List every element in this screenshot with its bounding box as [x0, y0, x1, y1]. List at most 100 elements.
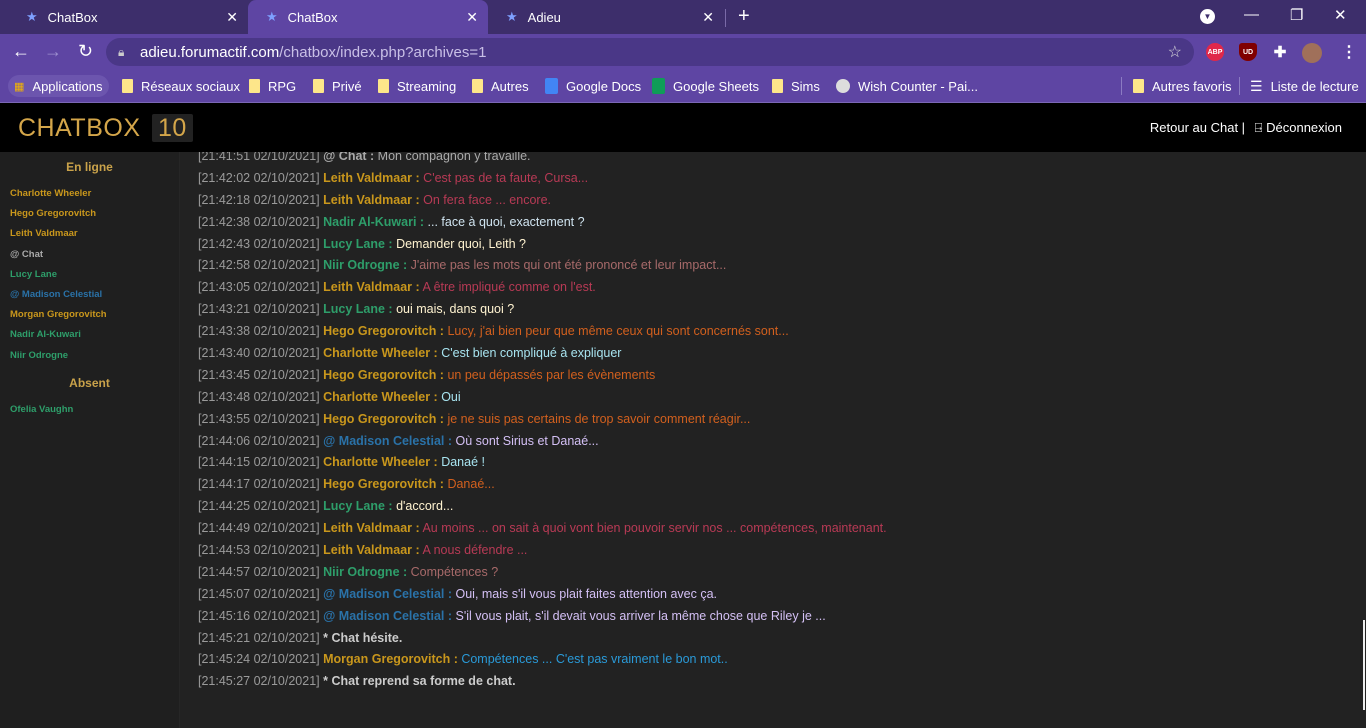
logout-link[interactable]: Déconnexion [1266, 120, 1342, 135]
adblock-icon[interactable]: ABP [1206, 43, 1224, 61]
bookmark-label: Liste de lecture [1270, 78, 1359, 94]
bookmark-sims[interactable]: Sims [772, 75, 820, 97]
profile-avatar[interactable] [1302, 43, 1322, 63]
bookmark-reseaux-sociaux[interactable]: Réseaux sociaux [122, 75, 240, 97]
restore-icon[interactable]: ❐ [1290, 6, 1303, 24]
tab-chatbox-2[interactable]: ★ ChatBox ✕ [248, 0, 488, 34]
message-author[interactable]: Lucy Lane : [323, 302, 392, 316]
tab-search-icon[interactable]: ▼ [1200, 9, 1215, 24]
tab-adieu[interactable]: ★ Adieu ✕ [488, 0, 724, 34]
message-author[interactable]: Hego Gregorovitch : [323, 324, 444, 338]
message-author[interactable]: @ Chat : [323, 152, 374, 163]
online-users: Charlotte Wheeler Hego Gregorovitch Leith … [0, 184, 179, 366]
sidebar-user[interactable]: Leith Valdmaar [0, 224, 179, 244]
sidebar-user[interactable]: Nadir Al-Kuwari [0, 325, 179, 345]
message-author[interactable]: Charlotte Wheeler : [323, 455, 438, 469]
new-tab-plus-icon[interactable]: + [738, 5, 750, 28]
message-author[interactable]: @ Madison Celestial : [323, 434, 452, 448]
bookmark-wish-counter[interactable]: Wish Counter - Pai... [836, 75, 978, 97]
sidebar-user[interactable]: Hego Gregorovitch [0, 204, 179, 224]
back-to-chat-link[interactable]: Retour au Chat | [1150, 120, 1245, 135]
url-path: /chatbox/index.php?archives=1 [279, 43, 487, 61]
chat-message: [21:45:16 02/10/2021] @ Madison Celestia… [198, 605, 887, 627]
message-author[interactable]: Charlotte Wheeler : [323, 346, 438, 360]
close-tab-icon[interactable]: ✕ [226, 9, 238, 26]
sidebar-user[interactable]: Lucy Lane [0, 265, 179, 285]
sidebar-user[interactable]: Morgan Gregorovitch [0, 305, 179, 325]
sidebar-user[interactable]: @ Chat [0, 245, 179, 265]
forward-arrow-icon[interactable]: → [44, 41, 62, 62]
close-tab-icon[interactable]: ✕ [466, 9, 478, 26]
message-author[interactable]: Lucy Lane : [323, 237, 392, 251]
bookmarks-bar: ▦ Applications Réseaux sociaux RPG Privé … [0, 69, 1366, 103]
message-author[interactable]: Charlotte Wheeler : [323, 390, 438, 404]
message-author[interactable]: Morgan Gregorovitch : [323, 652, 458, 666]
bookmark-google-sheets[interactable]: Google Sheets [652, 75, 759, 97]
bookmark-label: Wish Counter - Pai... [858, 78, 978, 94]
message-text: je ne suis pas certains de trop savoir c… [443, 411, 751, 426]
close-tab-icon[interactable]: ✕ [702, 9, 714, 26]
message-author[interactable]: Leith Valdmaar : [323, 543, 420, 557]
message-author[interactable]: Leith Valdmaar : [323, 171, 420, 185]
close-window-icon[interactable]: ✕ [1334, 6, 1347, 24]
message-author[interactable]: Leith Valdmaar : [323, 193, 420, 207]
reload-icon[interactable]: ↻ [78, 41, 93, 62]
chat-message: [21:43:38 02/10/2021] Hego Gregorovitch … [198, 320, 887, 342]
sidebar-user[interactable]: @ Madison Celestial [0, 285, 179, 305]
message-author[interactable]: Niir Odrogne : [323, 565, 407, 579]
message-author[interactable]: Lucy Lane : [323, 499, 392, 513]
bookmark-separator [1121, 77, 1122, 95]
bookmark-google-docs[interactable]: Google Docs [545, 75, 641, 97]
bookmark-label: Autres [491, 78, 529, 94]
folder-icon [472, 79, 483, 93]
message-author[interactable]: @ Madison Celestial : [323, 587, 452, 601]
lock-icon: 🔒︎ [118, 44, 125, 59]
bookmark-label: Google Sheets [673, 78, 760, 94]
scrollbar[interactable] [1363, 620, 1365, 710]
url-host: adieu.forumactif.com [140, 43, 280, 61]
message-author[interactable]: Leith Valdmaar : [323, 521, 420, 535]
bookmark-streaming[interactable]: Streaming [378, 75, 456, 97]
message-text: Oui [437, 389, 461, 404]
address-bar[interactable]: 🔒︎ adieu.forumactif.com/chatbox/index.ph… [106, 38, 1194, 66]
sidebar-user[interactable]: Niir Odrogne [0, 346, 179, 366]
menu-dots-icon[interactable]: ⋮ [1340, 43, 1358, 61]
bookmark-rpg[interactable]: RPG [249, 75, 296, 97]
bookmark-other-favorites[interactable]: Autres favoris [1133, 75, 1231, 97]
extensions-puzzle-icon[interactable]: ✚ [1271, 43, 1289, 61]
message-text: Mon compagnon y travaille. [374, 152, 531, 163]
bookmark-star-icon[interactable]: ☆ [1168, 42, 1182, 62]
apps-grid-icon: ▦ [14, 80, 25, 93]
sidebar-user[interactable]: Ofelia Vaughn [0, 400, 179, 420]
chat-message: [21:42:02 02/10/2021] Leith Valdmaar : C… [198, 167, 887, 189]
reading-list[interactable]: ☰ Liste de lecture [1250, 75, 1359, 97]
header-links: Retour au Chat | ⍈ Déconnexion [1150, 120, 1342, 136]
message-author[interactable]: Nadir Al-Kuwari : [323, 215, 424, 229]
user-count: 10 [151, 114, 193, 142]
message-author[interactable]: @ Madison Celestial : [323, 609, 452, 623]
bookmark-applications[interactable]: ▦ Applications [8, 75, 109, 97]
message-author[interactable]: Leith Valdmaar : [323, 280, 420, 294]
message-author[interactable]: Hego Gregorovitch : [323, 368, 444, 382]
message-timestamp: [21:45:24 02/10/2021] [198, 652, 320, 667]
bookmark-prive[interactable]: Privé [313, 75, 362, 97]
chat-message: [21:43:40 02/10/2021] Charlotte Wheeler … [198, 342, 887, 364]
message-timestamp: [21:42:18 02/10/2021] [198, 192, 320, 207]
minimize-icon[interactable]: — [1244, 6, 1259, 23]
message-text: A être impliqué comme on l'est. [419, 280, 596, 295]
back-arrow-icon[interactable]: ← [12, 41, 30, 62]
message-timestamp: [21:43:40 02/10/2021] [198, 346, 320, 361]
message-author[interactable]: Hego Gregorovitch : [323, 477, 444, 491]
tab-chatbox-1[interactable]: ★ ChatBox ✕ [8, 0, 248, 34]
tab-title: Adieu [527, 9, 561, 25]
message-text: Danaé ! [437, 455, 485, 470]
message-author[interactable]: Niir Odrogne : [323, 258, 407, 272]
sidebar-user[interactable]: Charlotte Wheeler [0, 184, 179, 204]
google-sheets-icon [652, 78, 665, 94]
folder-icon [378, 79, 389, 93]
bookmark-label: Réseaux sociaux [141, 78, 240, 94]
google-docs-icon [545, 78, 558, 94]
ublock-icon[interactable]: UD [1239, 43, 1257, 61]
message-author[interactable]: Hego Gregorovitch : [323, 412, 444, 426]
bookmark-autres[interactable]: Autres [472, 75, 529, 97]
